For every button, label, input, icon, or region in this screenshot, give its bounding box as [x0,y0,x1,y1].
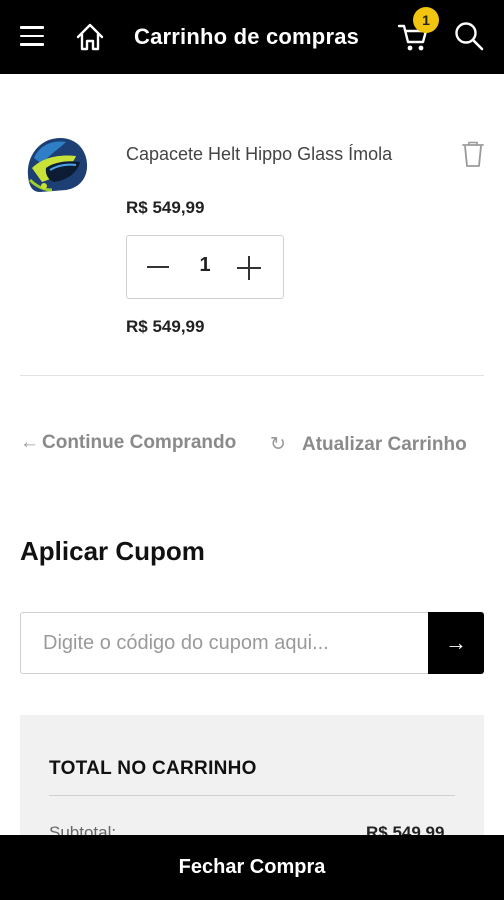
quantity-value[interactable]: 1 [185,254,225,277]
cart-count-badge: 1 [413,7,439,33]
arrow-right-icon: → [445,630,467,655]
product-name-link[interactable]: Capacete Helt Hippo Glass Ímola [126,144,392,165]
unit-price: R$ 549,99 [126,198,205,217]
line-total-price: R$ 549,99 [126,317,205,336]
quantity-stepper: 1 [126,235,284,299]
top-bar: Carrinho de compras 1 [0,0,504,74]
helmet-image[interactable] [20,132,90,200]
decrease-quantity-button[interactable] [147,266,169,268]
arrow-left-icon: ← [20,432,39,453]
totals-divider [49,795,455,796]
update-cart-link[interactable]: ↻ Atualizar Carrinho [270,433,467,459]
increase-quantity-button[interactable] [237,256,261,280]
coupon-code-input[interactable] [20,612,429,674]
update-cart-label: Atualizar Carrinho [302,434,467,455]
checkout-button[interactable]: Fechar Compra [0,835,504,900]
page-title: Carrinho de compras [134,24,360,49]
trash-icon[interactable] [460,140,486,168]
coupon-heading: Aplicar Cupom [20,536,205,566]
continue-shopping-label: Continue Comprando [42,432,237,453]
apply-coupon-button[interactable]: → [428,612,484,674]
divider [20,375,484,376]
continue-shopping-link[interactable]: ← Continue Comprando [20,432,236,458]
hamburger-menu-icon[interactable] [20,26,46,48]
home-icon[interactable] [74,21,106,53]
refresh-icon: ↻ [270,434,286,455]
cart-totals-heading: TOTAL NO CARRINHO [49,758,257,779]
search-icon[interactable] [452,19,486,53]
